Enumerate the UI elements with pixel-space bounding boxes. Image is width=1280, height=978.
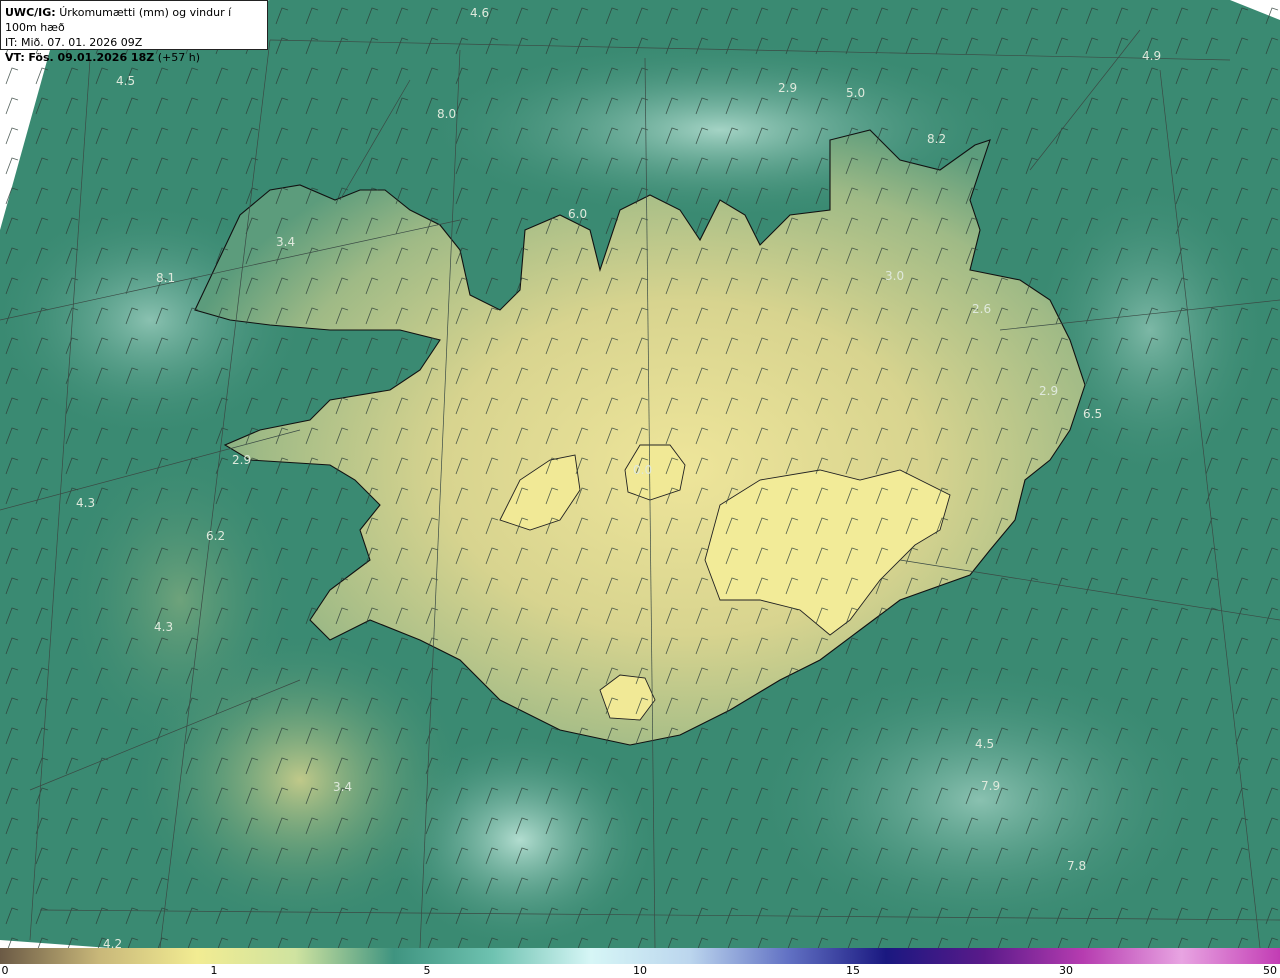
value-label: 5.0	[846, 86, 865, 100]
lead-time: (+57 h)	[157, 51, 200, 64]
colorbar-tick: 0	[1, 964, 9, 977]
value-label: 7.8	[1067, 859, 1086, 873]
value-label: 8.0	[437, 107, 456, 121]
init-time: IT: Mið. 07. 01. 2026 09Z	[5, 36, 143, 49]
value-label: 3.4	[333, 780, 352, 794]
value-label: 8.1	[156, 271, 175, 285]
colorbar-tick: 10	[633, 964, 647, 977]
value-label: 2.9	[1039, 384, 1058, 398]
value-label: 6.2	[206, 529, 225, 543]
value-label: 4.6	[470, 6, 489, 20]
colorbar-tick: 1	[210, 964, 218, 977]
value-label: 7.9	[981, 779, 1000, 793]
title-line: UWC/IG: Úrkomumætti (mm) og vindur í 100…	[5, 5, 263, 35]
value-label: 6.5	[1083, 407, 1102, 421]
value-label: 8.2	[927, 132, 946, 146]
colorbar-tick: 5	[423, 964, 431, 977]
value-label: 4.9	[1142, 49, 1161, 63]
value-label: 4.3	[76, 496, 95, 510]
forecast-map: 4.6 4.9 4.5 8.0 2.9 5.0 8.2 6.0 3.4 8.1 …	[0, 0, 1280, 978]
colorbar-tick: 50	[1263, 964, 1277, 977]
value-label: 0.0	[633, 463, 652, 477]
colorbar-tick: 15	[846, 964, 860, 977]
model-prefix: UWC/IG:	[5, 6, 56, 19]
value-label: 4.5	[975, 737, 994, 751]
colorbar-tick: 30	[1059, 964, 1073, 977]
valid-time: Fös. 09.01.2026 18Z	[28, 51, 155, 64]
value-label: 6.0	[568, 207, 587, 221]
value-label: 2.9	[778, 81, 797, 95]
value-label: 4.5	[116, 74, 135, 88]
forecast-info-box: UWC/IG: Úrkomumætti (mm) og vindur í 100…	[0, 0, 268, 64]
value-label: 3.0	[885, 269, 904, 283]
valid-prefix: VT:	[5, 51, 25, 64]
colorbar-ticks: 0 1 5 10 15 30 50	[0, 964, 1280, 978]
value-label: 4.3	[154, 620, 173, 634]
value-label: 3.4	[276, 235, 295, 249]
value-label: 2.6	[972, 302, 991, 316]
valid-time-line: VT: Fös. 09.01.2026 18Z (+57 h)	[5, 50, 263, 65]
value-label: 2.9	[232, 453, 251, 467]
